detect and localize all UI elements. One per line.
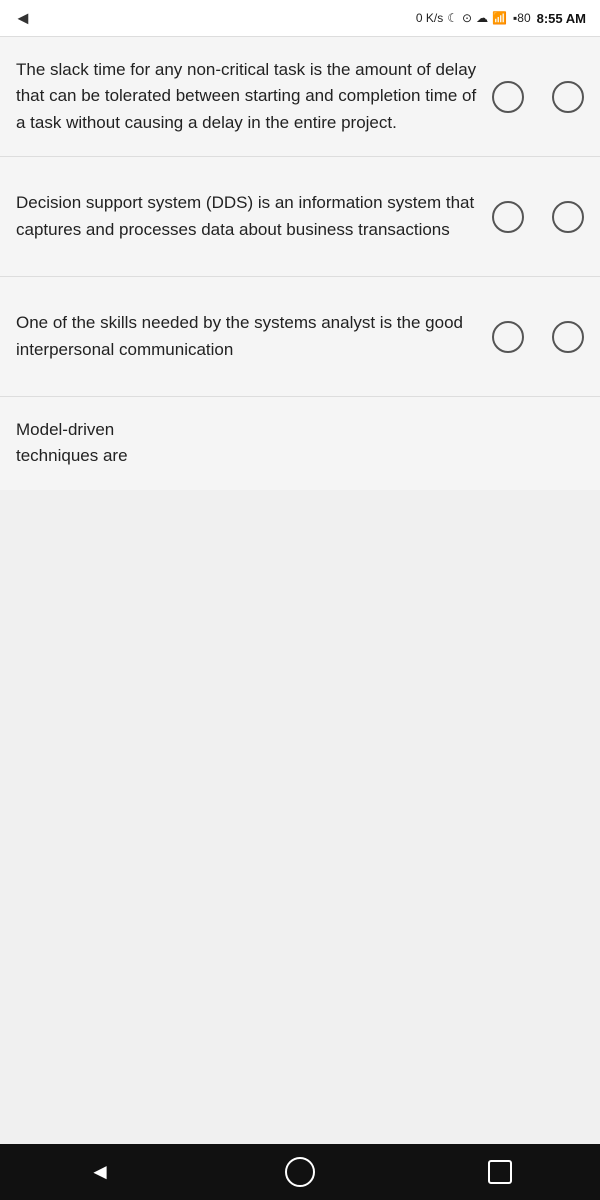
nav-home-icon — [285, 1157, 315, 1187]
signal-text: 0 K/s — [416, 11, 443, 25]
question-text-4: Model-driventechniques are — [16, 420, 128, 465]
radio-option-2a[interactable] — [492, 201, 524, 233]
back-arrow-status: ◄ — [14, 8, 32, 29]
radio-group-3 — [492, 321, 584, 353]
nav-home-button[interactable] — [270, 1152, 330, 1192]
nav-back-icon: ◄ — [89, 1159, 111, 1185]
nav-back-button[interactable]: ◄ — [70, 1152, 130, 1192]
radio-option-3a[interactable] — [492, 321, 524, 353]
signal-bars-icon: 📶 — [492, 11, 507, 25]
status-bar: ◄ 0 K/s ☾ ⊙ ☁ 📶 ▪80 8:55 AM — [0, 0, 600, 36]
question-text-2: Decision support system (DDS) is an info… — [16, 190, 492, 243]
question-text-3: One of the skills needed by the systems … — [16, 310, 492, 363]
time-display: 8:55 AM — [537, 11, 586, 26]
question-row-1: The slack time for any non-critical task… — [0, 36, 600, 157]
moon-icon: ☾ — [447, 11, 458, 25]
settings-icon: ⊙ — [462, 11, 472, 25]
radio-option-1a[interactable] — [492, 81, 524, 113]
content-area: The slack time for any non-critical task… — [0, 36, 600, 1144]
status-icons: 0 K/s ☾ ⊙ ☁ 📶 — [416, 11, 507, 25]
question-text-1: The slack time for any non-critical task… — [16, 57, 492, 136]
radio-option-3b[interactable] — [552, 321, 584, 353]
question-row-3: One of the skills needed by the systems … — [0, 277, 600, 397]
wifi-icon: ☁ — [476, 11, 488, 25]
nav-recent-icon — [488, 1160, 512, 1184]
question-row-4: Model-driventechniques are — [0, 397, 600, 490]
radio-group-1 — [492, 81, 584, 113]
radio-option-2b[interactable] — [552, 201, 584, 233]
battery-level: ▪80 — [513, 11, 531, 25]
nav-bar: ◄ — [0, 1144, 600, 1200]
question-row-2: Decision support system (DDS) is an info… — [0, 157, 600, 277]
nav-recent-button[interactable] — [470, 1152, 530, 1192]
radio-group-2 — [492, 201, 584, 233]
battery-icon: ▪80 — [513, 11, 531, 25]
radio-option-1b[interactable] — [552, 81, 584, 113]
